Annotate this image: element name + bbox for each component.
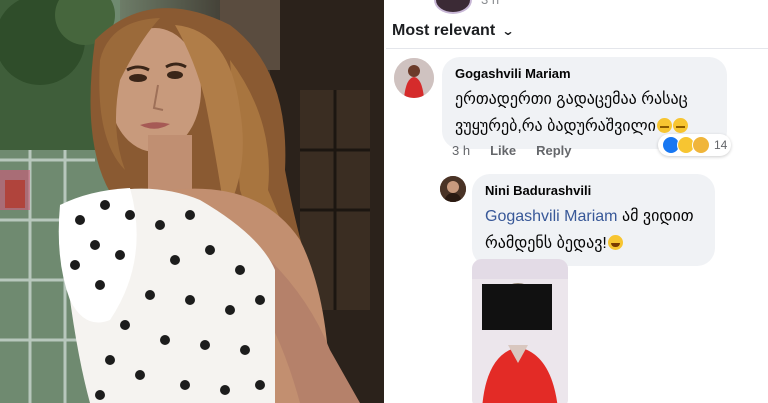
reaction-summary[interactable]: 14: [658, 134, 732, 156]
portrait-photo: [0, 0, 384, 403]
post-time: 3 h: [481, 0, 499, 7]
chevron-down-icon: ⌄: [501, 24, 515, 38]
reply-avatar[interactable]: [440, 176, 466, 202]
comment-author[interactable]: Gogashvili Mariam: [455, 66, 714, 81]
comment-time[interactable]: 3 h: [452, 143, 470, 158]
censor-bar: [482, 284, 552, 330]
reaction-count: 14: [714, 138, 728, 152]
avatar-image: [394, 58, 434, 98]
divider: [386, 48, 768, 49]
grin-emoji-icon: [656, 118, 672, 133]
sad-reaction-icon: [692, 136, 710, 154]
reply-avatar-image: [440, 176, 466, 202]
reply-bubble: Nini Badurashvili Gogashvili Mariam ამ ვ…: [472, 174, 715, 266]
comments-panel: 3 h Most relevant ⌄ Gogashvili Mariam ერ…: [386, 0, 768, 403]
reply-author[interactable]: Nini Badurashvili: [485, 183, 705, 198]
like-button[interactable]: Like: [490, 143, 516, 158]
reply-text: Gogashvili Mariam ამ ვიდით რამდენს ბედავ…: [485, 208, 694, 252]
portrait-illustration: [0, 0, 384, 403]
post-author-avatar[interactable]: [434, 0, 472, 14]
sort-dropdown[interactable]: Most relevant ⌄: [392, 22, 515, 40]
attachment-illustration: [472, 259, 568, 403]
mention-link[interactable]: Gogashvili Mariam: [485, 208, 617, 225]
sort-label: Most relevant: [392, 22, 496, 39]
grin-emoji-icon: [672, 118, 688, 133]
comment-actions: 3 h Like Reply: [452, 143, 572, 158]
laugh-emoji-icon: [607, 235, 623, 250]
reply-attachment-image[interactable]: [472, 259, 568, 403]
reply-button[interactable]: Reply: [536, 143, 571, 158]
comment-text: ერთადერთი გადაცემაა რასაც ვუყურებ,რა ბად…: [455, 91, 688, 135]
avatar[interactable]: [394, 58, 434, 98]
